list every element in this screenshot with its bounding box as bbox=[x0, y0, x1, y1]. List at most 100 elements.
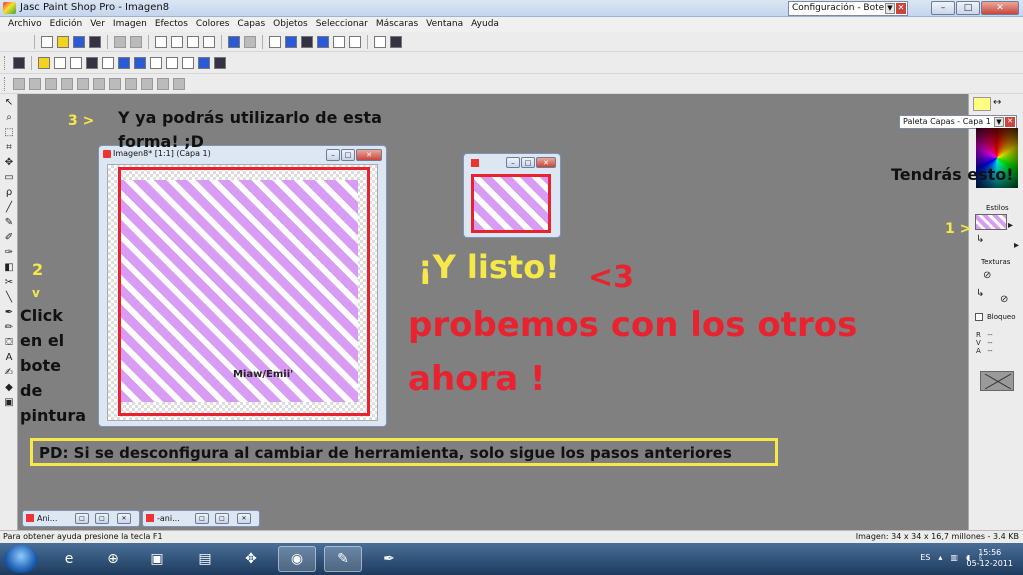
toolbar-grip[interactable] bbox=[4, 55, 7, 70]
retouch-icon[interactable]: ◧ bbox=[2, 262, 16, 274]
style-arrow-icon[interactable]: ▸ bbox=[1008, 220, 1013, 231]
text-icon[interactable]: A bbox=[2, 352, 16, 364]
maximize-button[interactable]: □ bbox=[956, 1, 980, 15]
overview-icon[interactable] bbox=[317, 35, 329, 48]
chrome-icon[interactable]: ◉ bbox=[278, 546, 316, 572]
flood-fill-icon[interactable]: ⛋ bbox=[2, 337, 16, 349]
network-icon[interactable]: ▥ bbox=[950, 553, 958, 562]
layer-duplicate-icon[interactable] bbox=[45, 77, 57, 90]
zoom-icon[interactable]: ⌕ bbox=[2, 112, 16, 124]
office-icon[interactable]: ▣ bbox=[138, 546, 176, 572]
airbrush-icon[interactable]: ✏ bbox=[2, 322, 16, 334]
minimized-window[interactable]: -ani... □ □ ✕ bbox=[142, 510, 260, 527]
menu-seleccionar[interactable]: Seleccionar bbox=[312, 17, 372, 32]
layer-view-icon[interactable] bbox=[157, 77, 169, 90]
frame-icon[interactable] bbox=[70, 56, 82, 69]
layer-up-icon[interactable] bbox=[77, 77, 89, 90]
color-replacer-icon[interactable]: ✑ bbox=[2, 247, 16, 259]
paste-icon[interactable] bbox=[187, 35, 199, 48]
tool-options-icon[interactable] bbox=[333, 35, 345, 48]
configuration-window-tab[interactable]: Configuración - Bote d ▼ ✕ bbox=[788, 1, 908, 16]
picture-tube-icon[interactable]: ✒ bbox=[2, 307, 16, 319]
lock-checkbox[interactable] bbox=[975, 313, 983, 321]
menu-colores[interactable]: Colores bbox=[192, 17, 234, 32]
animation-shop-icon[interactable]: ✒ bbox=[370, 546, 408, 572]
paintshop-taskbar-icon[interactable]: ✎ bbox=[324, 546, 362, 572]
close-button[interactable]: ✕ bbox=[981, 1, 1019, 15]
lock-icon[interactable] bbox=[390, 35, 402, 48]
copy-icon[interactable] bbox=[171, 35, 183, 48]
close-icon[interactable]: ✕ bbox=[1005, 117, 1015, 127]
shadow-icon[interactable] bbox=[102, 56, 114, 69]
help-icon[interactable] bbox=[374, 35, 386, 48]
no-texture-icon[interactable]: ⊘ bbox=[983, 270, 991, 281]
menu-imagen[interactable]: Imagen bbox=[109, 17, 151, 32]
script-icon[interactable] bbox=[349, 35, 361, 48]
draw-icon[interactable]: ✍ bbox=[2, 367, 16, 379]
layer-lock-icon[interactable] bbox=[173, 77, 185, 90]
menu-objetos[interactable]: Objetos bbox=[269, 17, 312, 32]
restore-button[interactable]: □ bbox=[75, 513, 89, 524]
stripes-icon[interactable] bbox=[214, 56, 226, 69]
dropper-icon[interactable]: ╱ bbox=[2, 202, 16, 214]
lasso-icon[interactable]: ρ bbox=[2, 187, 16, 199]
eraser-icon[interactable]: ╲ bbox=[2, 292, 16, 304]
crop-icon[interactable]: ⌗ bbox=[2, 142, 16, 154]
language-indicator[interactable]: ES bbox=[920, 553, 930, 562]
chevron-down-icon[interactable]: ▼ bbox=[885, 3, 895, 14]
internet-explorer-icon[interactable]: e bbox=[50, 546, 88, 572]
mosaic-icon[interactable] bbox=[166, 56, 178, 69]
full-screen-icon[interactable] bbox=[244, 35, 256, 48]
blur-icon[interactable] bbox=[182, 56, 194, 69]
no-texture-icon[interactable]: ⊘ bbox=[1000, 294, 1008, 305]
layer-mask-icon[interactable] bbox=[125, 77, 137, 90]
chevron-up-icon[interactable]: ▴ bbox=[938, 553, 942, 562]
fill-black-icon[interactable] bbox=[86, 56, 98, 69]
object-selector-icon[interactable]: ▣ bbox=[2, 397, 16, 409]
close-button[interactable]: ✕ bbox=[237, 513, 251, 524]
bars-icon[interactable] bbox=[150, 56, 162, 69]
browser-icon[interactable] bbox=[228, 35, 240, 48]
scratch-remover-icon[interactable]: ✂ bbox=[2, 277, 16, 289]
layer-merge-icon[interactable] bbox=[61, 77, 73, 90]
layer-delete-icon[interactable] bbox=[29, 77, 41, 90]
preview-canvas[interactable] bbox=[471, 174, 551, 233]
restore-button[interactable]: □ bbox=[195, 513, 209, 524]
palette-icon[interactable] bbox=[269, 35, 281, 48]
save-icon[interactable] bbox=[73, 35, 85, 48]
paste-new-icon[interactable] bbox=[203, 35, 215, 48]
maximize-button[interactable]: □ bbox=[215, 513, 229, 524]
minimize-button[interactable]: – bbox=[931, 1, 955, 15]
menu-mascaras[interactable]: Máscaras bbox=[372, 17, 422, 32]
open-folder-icon[interactable] bbox=[57, 35, 69, 48]
swap-styles-icon[interactable]: ↳ bbox=[976, 234, 984, 245]
effect-icon[interactable] bbox=[118, 56, 130, 69]
shape-icon[interactable]: ◆ bbox=[2, 382, 16, 394]
maximize-button[interactable]: □ bbox=[521, 157, 535, 168]
highlight-icon[interactable] bbox=[38, 56, 50, 69]
chevron-down-icon[interactable]: ▼ bbox=[994, 117, 1004, 127]
new-file-icon[interactable] bbox=[41, 35, 53, 48]
layer-properties-icon[interactable] bbox=[141, 77, 153, 90]
minimize-button[interactable]: – bbox=[506, 157, 520, 168]
menu-ventana[interactable]: Ventana bbox=[422, 17, 467, 32]
clock[interactable]: 15:56 05-12-2011 bbox=[967, 547, 1014, 569]
redo-icon[interactable] bbox=[130, 35, 142, 48]
print-icon[interactable] bbox=[89, 35, 101, 48]
photo-icon[interactable] bbox=[13, 56, 25, 69]
minimized-window[interactable]: Ani... □ □ ✕ bbox=[22, 510, 140, 527]
channels-icon[interactable] bbox=[134, 56, 146, 69]
maximize-button[interactable]: □ bbox=[95, 513, 109, 524]
clone-icon[interactable]: ✐ bbox=[2, 232, 16, 244]
folder-icon[interactable]: ▤ bbox=[186, 546, 224, 572]
foreground-color-swatch[interactable] bbox=[973, 97, 991, 111]
hp-icon[interactable]: ⊕ bbox=[94, 546, 132, 572]
close-button[interactable]: ✕ bbox=[536, 157, 556, 168]
menu-edicion[interactable]: Edición bbox=[46, 17, 87, 32]
cut-icon[interactable] bbox=[155, 35, 167, 48]
swap-colors-icon[interactable]: ↔ bbox=[993, 97, 1001, 108]
undo-icon[interactable] bbox=[114, 35, 126, 48]
menu-capas[interactable]: Capas bbox=[233, 17, 269, 32]
menu-ayuda[interactable]: Ayuda bbox=[467, 17, 503, 32]
layer-new-icon[interactable] bbox=[13, 77, 25, 90]
